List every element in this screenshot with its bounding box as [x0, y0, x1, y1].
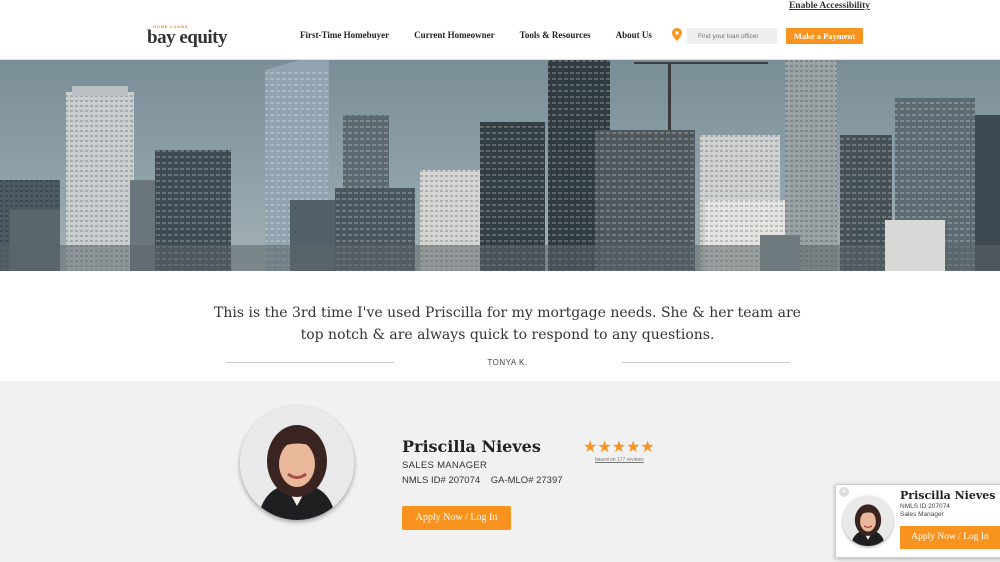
loan-officer-name: Priscilla Nieves: [402, 437, 541, 456]
loan-officer-search-input[interactable]: [687, 28, 777, 44]
floating-card-name: Priscilla Nieves: [900, 489, 996, 502]
logo-wordmark: bay equity: [147, 27, 228, 48]
nav-about-us[interactable]: About Us: [616, 30, 652, 40]
reviews-link[interactable]: based on 177 reviews: [595, 457, 644, 463]
main-nav: First-Time Homebuyer Current Homeowner T…: [300, 30, 677, 40]
floating-card-apply-button[interactable]: Apply Now / Log In: [900, 526, 1000, 549]
floating-card-nmls: NMLS ID 207074: [900, 503, 950, 510]
testimonial-divider-right: [622, 362, 790, 363]
bay-equity-logo[interactable]: HOME LOANS bay equity: [147, 24, 237, 48]
loan-officer-nmls: NMLS ID# 207074 GA-MLO# 27397: [402, 475, 563, 486]
testimonial-quote: This is the 3rd time I've used Priscilla…: [214, 305, 801, 343]
loan-officer-title: SALES MANAGER: [402, 460, 488, 471]
testimonial-author: TONYA K.: [487, 358, 528, 367]
apply-now-button[interactable]: Apply Now / Log In: [402, 506, 511, 530]
nav-first-time-homebuyer[interactable]: First-Time Homebuyer: [300, 30, 389, 40]
loan-officer-avatar: [240, 406, 354, 520]
hero-skyline-image: [0, 60, 1000, 271]
floating-card-title: Sales Manager: [900, 511, 944, 518]
floating-contact-card: x Priscilla Nieves NMLS ID 207074 Sales …: [835, 484, 1000, 558]
close-icon[interactable]: x: [839, 487, 849, 497]
floating-card-avatar: [843, 496, 893, 546]
location-pin-icon: [672, 28, 682, 41]
testimonial-divider-left: [226, 362, 394, 363]
make-payment-button[interactable]: Make a Payment: [786, 28, 863, 44]
site-header: HOME LOANS bay equity First-Time Homebuy…: [0, 12, 1000, 60]
nav-tools-resources[interactable]: Tools & Resources: [520, 30, 591, 40]
enable-accessibility-link[interactable]: Enable Accessibility: [789, 1, 870, 11]
city-skyline-illustration: [0, 60, 1000, 271]
rating-stars-icon: ★★★★★: [583, 439, 655, 456]
nav-current-homeowner[interactable]: Current Homeowner: [414, 30, 495, 40]
